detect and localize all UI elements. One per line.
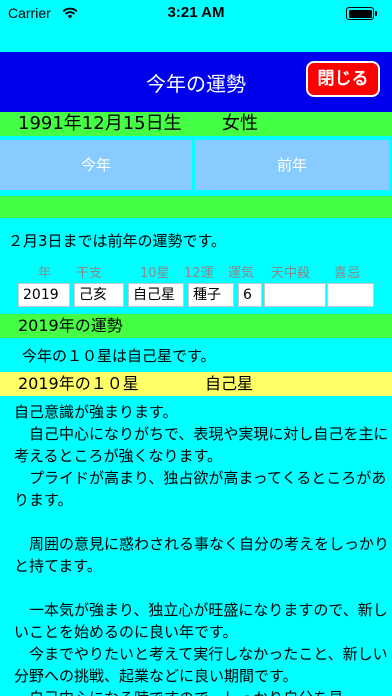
tab-previous-year[interactable]: 前年 [195,140,389,190]
cell-year: 2019 [18,283,70,307]
star-section-title: 2019年の１０星 [18,374,139,393]
star-name: 自己星 [205,374,254,393]
header-ten-star: 10星 [140,266,170,281]
notice-text: ２月3日までは前年の運勢です。 [8,232,227,250]
cell-luck: 6 [238,283,262,307]
cell-eto: 己亥 [74,283,124,307]
battery-icon [346,7,374,20]
tab-this-year[interactable]: 今年 [0,140,192,190]
header-tenchusatsu: 天中殺 [271,266,311,281]
birth-date: 1991年12月15日生 [18,113,182,134]
battery-cap [375,11,377,16]
star-section-bar: 2019年の１０星 自己星 [0,372,392,396]
star-description: 自己意識が強まります。 自己中心になりがちで、表現や実現に対し自己を主に考えると… [14,403,390,696]
fortune-section-title: 2019年の運勢 [0,314,392,338]
header-kiki: 喜忌 [334,266,361,281]
fortune-summary: 今年の１０星は自己星です。 [22,347,216,365]
clock-label: 3:21 AM [167,4,225,21]
header-twelve-fortune: 12運 [184,266,214,281]
close-button[interactable]: 閉じる [306,61,380,97]
status-bar: Carrier 3:21 AM [0,0,392,28]
profile-bar: 1991年12月15日生 女性 [0,112,392,136]
cell-tenchusatsu [264,283,326,307]
gender-label: 女性 [222,113,258,134]
header-luck: 運気 [228,266,255,281]
cell-twelve-fortune: 種子 [188,283,234,307]
cell-kiki [327,283,374,307]
header-eto: 干支 [76,266,103,281]
cell-ten-star: 自己星 [128,283,184,307]
header-year: 年 [38,266,52,281]
divider-bar [0,196,392,218]
